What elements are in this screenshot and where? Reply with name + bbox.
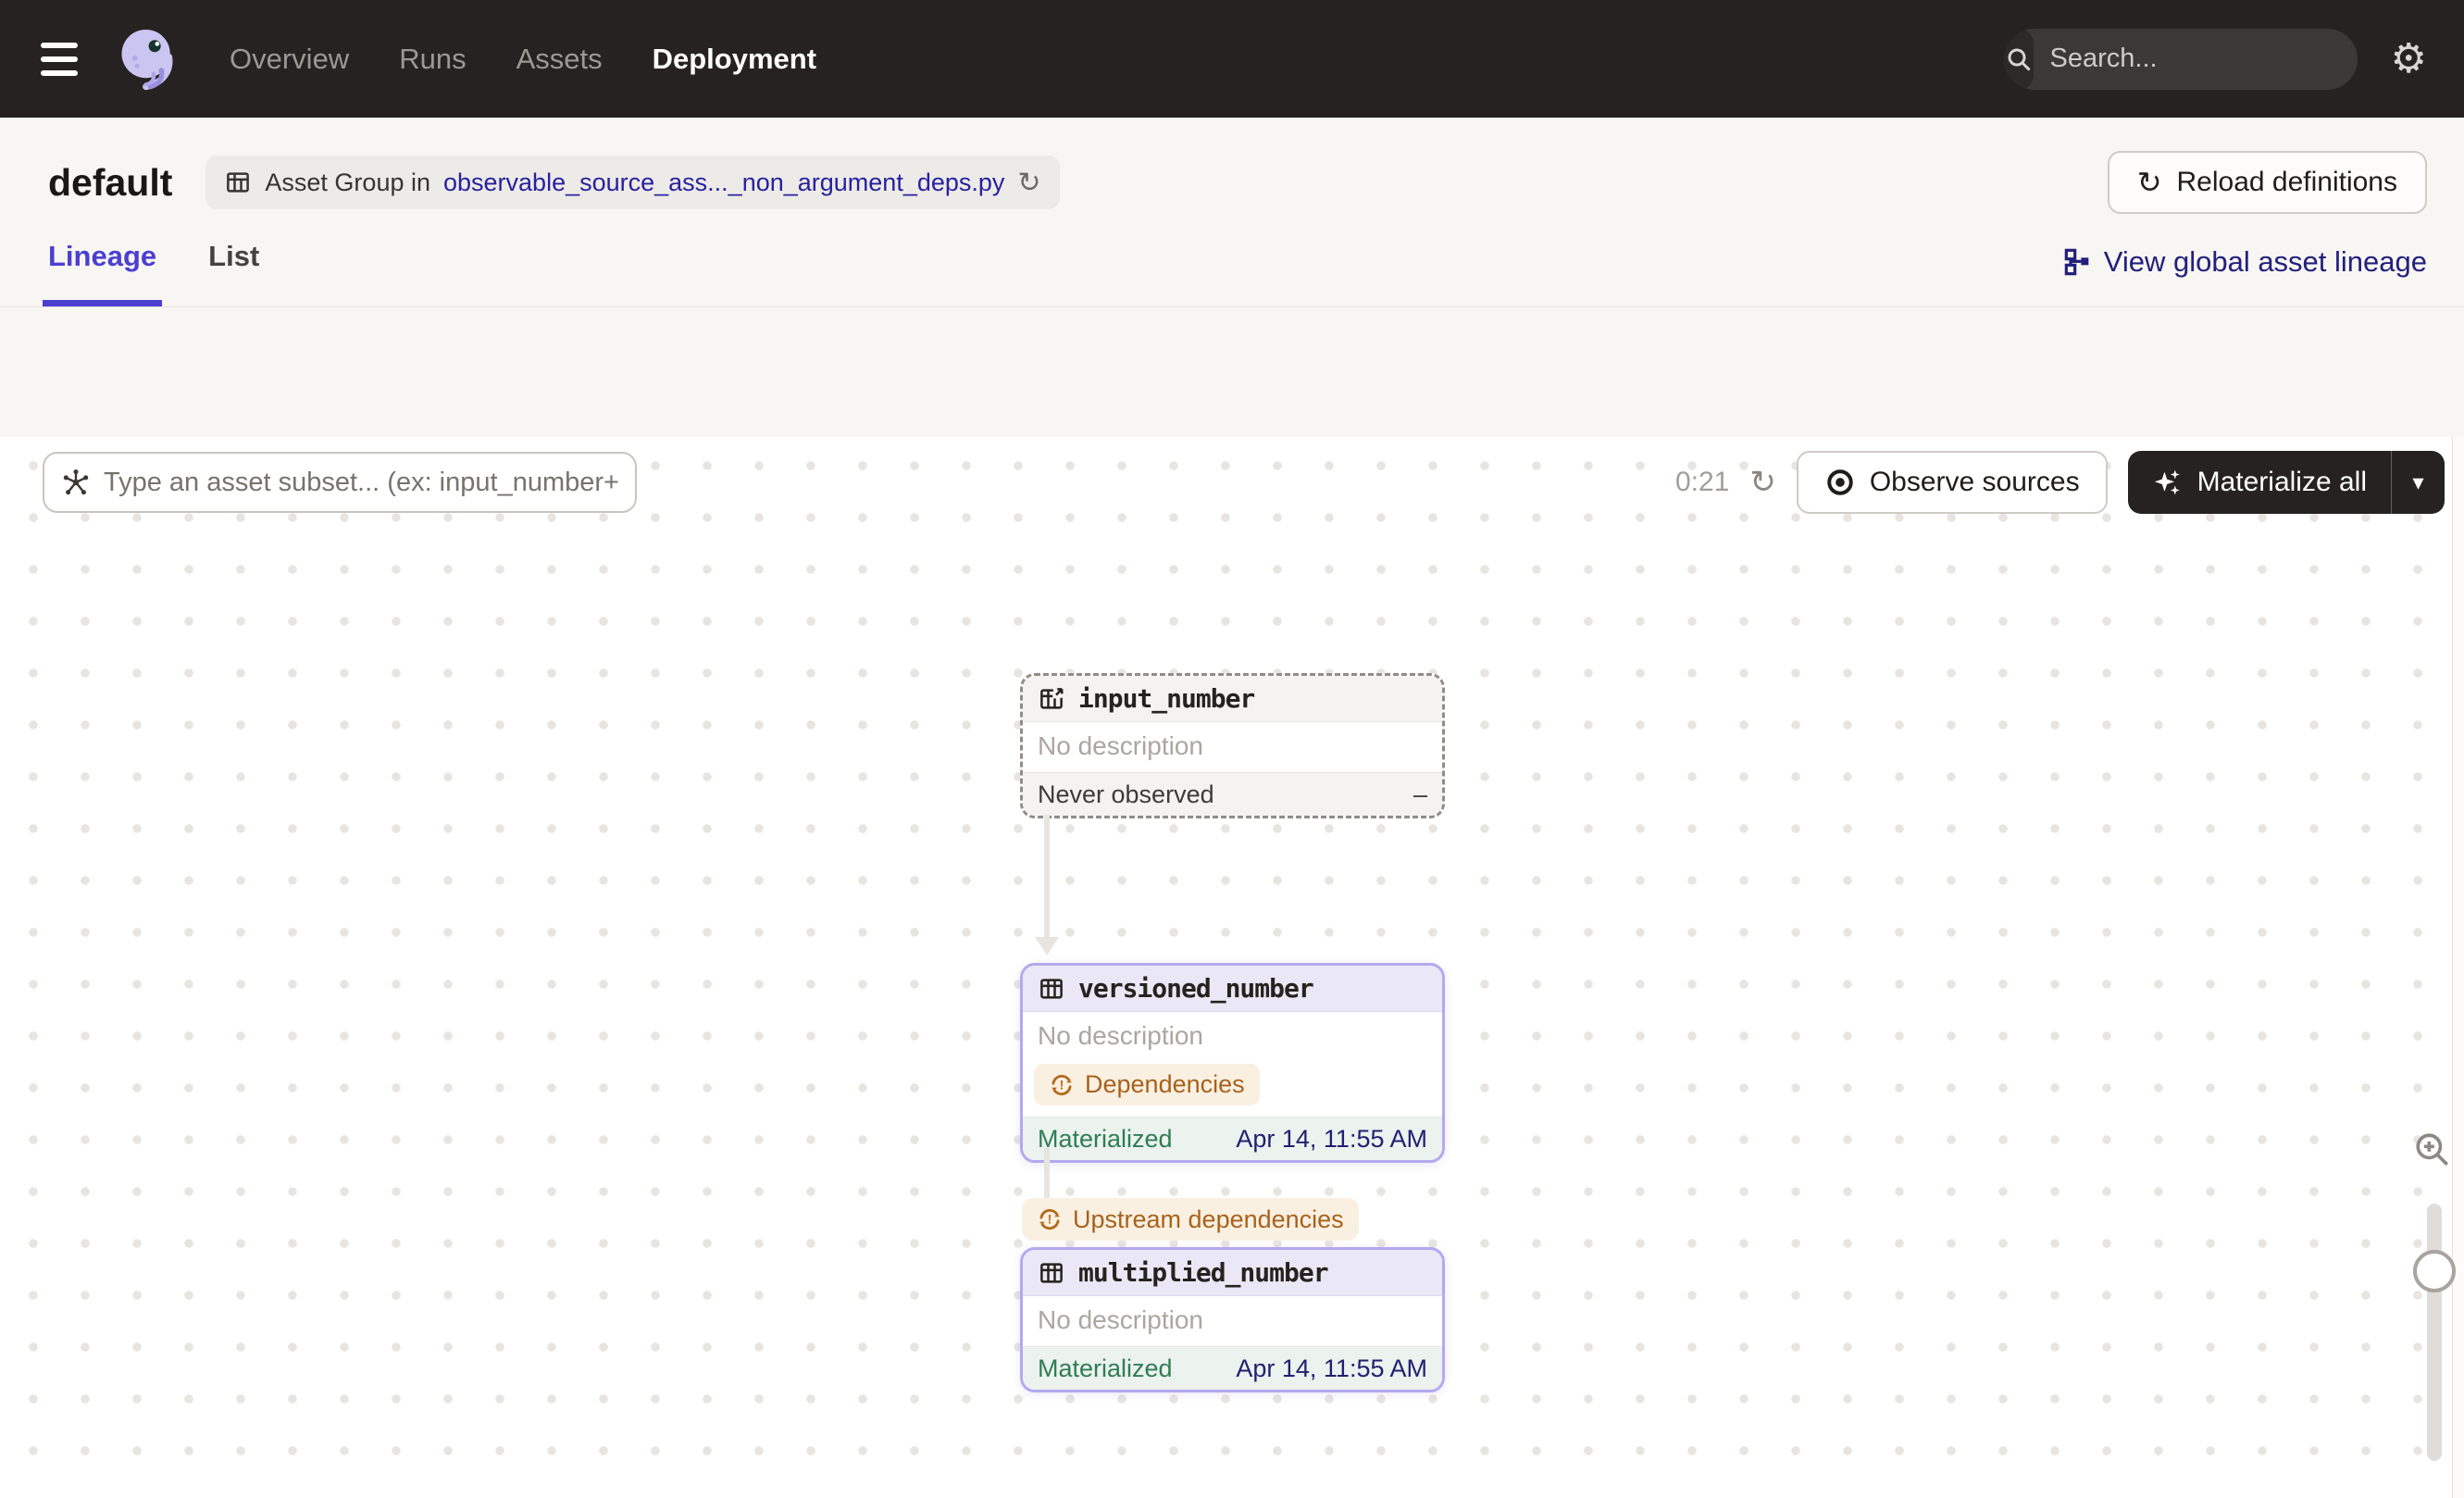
asset-group-file-link[interactable]: observable_source_ass..._non_argument_de…: [443, 169, 1004, 197]
asset-description: No description: [1038, 1305, 1203, 1334]
edge-versioned-to-multiplied: [1044, 1148, 1050, 1205]
hamburger-menu-icon[interactable]: [41, 42, 81, 76]
top-navbar: Overview Runs Assets Deployment / ⚙: [0, 0, 2464, 118]
settings-gear-icon[interactable]: ⚙: [2391, 38, 2427, 80]
materialize-sparkle-icon: [2154, 469, 2180, 495]
svg-text:!: !: [1060, 1078, 1064, 1092]
asset-name: multiplied_number: [1078, 1257, 1329, 1288]
zoom-slider-track[interactable]: [2427, 1204, 2442, 1461]
asset-subset-input[interactable]: [104, 467, 618, 498]
edge-arrowhead: [1035, 937, 1059, 955]
search-input[interactable]: [2033, 44, 2358, 74]
asset-group-pill: Asset Group in observable_source_ass..._…: [205, 156, 1060, 209]
status-label: Never observed: [1038, 780, 1214, 808]
lineage-graph-icon: [2064, 248, 2089, 276]
zoom-in-icon[interactable]: [2412, 1130, 2453, 1170]
nav-item-assets[interactable]: Assets: [516, 43, 603, 76]
refresh-timer: 0:21: [1674, 467, 1730, 497]
upstream-dependencies-tag[interactable]: ! Upstream dependencies: [1022, 1198, 1359, 1241]
asset-node-versioned-number[interactable]: versioned_number No description ! Depend…: [1020, 963, 1445, 1163]
observable-table-icon: [1040, 687, 1064, 709]
asset-subset-filter[interactable]: [43, 452, 637, 513]
asset-group-label: Asset Group in: [265, 168, 430, 196]
search-icon: [2003, 28, 2034, 90]
asset-name: versioned_number: [1078, 973, 1314, 1004]
graph-refresh-icon[interactable]: ↻: [1749, 464, 1776, 501]
changed-sync-icon: !: [1052, 1074, 1072, 1095]
tab-list[interactable]: List: [208, 240, 259, 306]
observe-eye-icon: [1827, 469, 1853, 495]
asset-node-input-number[interactable]: input_number No description Never observ…: [1020, 673, 1445, 818]
dagster-logo[interactable]: [113, 24, 183, 94]
page-header: default Asset Group in observable_source…: [0, 118, 2464, 221]
asset-graph-icon: [63, 469, 89, 495]
nav-item-overview[interactable]: Overview: [230, 43, 349, 76]
page-title: default: [48, 160, 173, 204]
nav-links: Overview Runs Assets Deployment: [230, 43, 816, 76]
observe-sources-button[interactable]: Observe sources: [1796, 451, 2108, 514]
zoom-slider-thumb[interactable]: [2413, 1250, 2456, 1292]
changed-sync-icon: !: [1039, 1208, 1060, 1230]
scroll-gutter: [2452, 437, 2464, 1498]
view-global-asset-lineage-link[interactable]: View global asset lineage: [2061, 245, 2427, 306]
lineage-canvas[interactable]: 0:21 ↻ Observe sources Materialize all ▾: [0, 437, 2464, 1498]
reload-definitions-button[interactable]: ↻ Reload definitions: [2107, 151, 2427, 214]
tab-bar: Lineage List View global asset lineage: [0, 221, 2464, 307]
status-timestamp: Apr 14, 11:55 AM: [1236, 1354, 1427, 1382]
status-label: Materialized: [1038, 1124, 1173, 1153]
asset-status-row: Materialized Apr 14, 11:55 AM: [1023, 1346, 1442, 1390]
edge-input-to-versioned: [1044, 815, 1050, 939]
dependencies-changed-tag[interactable]: ! Dependencies: [1034, 1064, 1260, 1105]
status-label: Materialized: [1038, 1354, 1173, 1382]
asset-node-multiplied-number[interactable]: multiplied_number No description Materia…: [1020, 1247, 1445, 1392]
refresh-icon[interactable]: ↻: [1017, 167, 1040, 199]
status-value: –: [1412, 780, 1427, 808]
materialize-all-button[interactable]: Materialize all ▾: [2127, 451, 2445, 514]
lineage-toolbar: 0:21 ↻ Observe sources Materialize all ▾: [43, 451, 2445, 514]
table-icon: [1040, 1262, 1063, 1283]
nav-item-runs[interactable]: Runs: [399, 43, 466, 76]
global-search[interactable]: /: [2003, 28, 2358, 90]
asset-status-row: Never observed –: [1023, 772, 1442, 816]
reload-icon: ↻: [2136, 166, 2162, 199]
svg-text:!: !: [1048, 1213, 1052, 1227]
tab-lineage[interactable]: Lineage: [42, 240, 163, 306]
status-timestamp: Apr 14, 11:55 AM: [1236, 1124, 1427, 1153]
asset-name: input_number: [1078, 683, 1255, 714]
nav-item-deployment[interactable]: Deployment: [653, 43, 816, 76]
table-icon: [1040, 978, 1063, 999]
asset-status-row: Materialized Apr 14, 11:55 AM: [1023, 1117, 1442, 1160]
table-icon: [227, 172, 250, 193]
asset-description: No description: [1038, 731, 1203, 760]
materialize-dropdown-caret[interactable]: ▾: [2391, 451, 2445, 514]
asset-description: No description: [1038, 1021, 1203, 1050]
